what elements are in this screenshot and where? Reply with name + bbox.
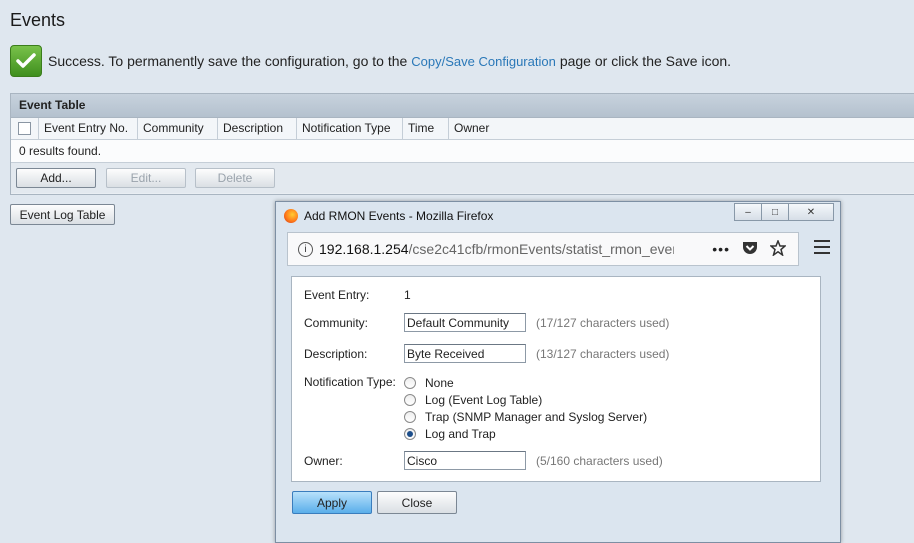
col-time[interactable]: Time [403, 118, 449, 139]
window-title: Add RMON Events - Mozilla Firefox [304, 208, 494, 223]
event-entry-label: Event Entry: [304, 288, 370, 302]
description-label: Description: [304, 346, 368, 361]
event-log-table-button[interactable]: Event Log Table [10, 204, 115, 225]
apply-button[interactable]: Apply [292, 491, 372, 514]
menu-icon[interactable] [814, 238, 830, 256]
radio-log-label: Log (Event Log Table) [425, 392, 543, 407]
community-hint: (17/127 characters used) [536, 315, 670, 330]
success-text: Success. To permanently save the configu… [48, 53, 408, 69]
owner-hint: (5/160 characters used) [536, 453, 663, 468]
maximize-icon[interactable]: □ [761, 203, 789, 221]
event-entry-row: Event Entry: 1 [304, 288, 411, 302]
radio-none-label: None [425, 375, 454, 390]
checkmark-icon [10, 45, 42, 77]
add-rmon-events-window: Add RMON Events - Mozilla Firefox – □ ✕ … [275, 201, 841, 543]
radio-log-button[interactable] [404, 393, 416, 406]
event-table: Event Table Event Entry No. Community De… [10, 93, 914, 195]
minimize-icon[interactable]: – [734, 203, 762, 221]
notification-type-label: Notification Type: [304, 375, 396, 389]
col-owner[interactable]: Owner [449, 118, 914, 139]
pocket-icon[interactable] [742, 241, 758, 258]
radio-none-button[interactable] [404, 376, 416, 389]
success-message: Success. To permanently save the configu… [10, 45, 731, 77]
description-hint: (13/127 characters used) [536, 346, 670, 361]
results-count: 0 results found. [11, 140, 914, 163]
firefox-icon [284, 208, 298, 223]
window-controls: – □ ✕ [734, 203, 834, 221]
table-header: Event Entry No. Community Description No… [11, 118, 914, 140]
select-all-checkbox[interactable] [18, 122, 31, 135]
description-row: Description: Byte Received (13/127 chara… [304, 344, 669, 363]
address-bar[interactable]: i 192.168.1.254 /cse2c41cfb/rmonEvents/s… [287, 232, 799, 266]
notification-type-radio-group: None Log (Event Log Table) Trap (SNMP Ma… [404, 374, 647, 442]
radio-log-and-trap-label: Log and Trap [425, 426, 496, 441]
radio-trap[interactable]: Trap (SNMP Manager and Syslog Server) [404, 408, 647, 425]
select-all-cell [11, 118, 39, 139]
description-field[interactable]: Byte Received [404, 344, 526, 363]
url-host: 192.168.1.254 [319, 241, 409, 257]
owner-row: Owner: Cisco (5/160 characters used) [304, 451, 663, 470]
col-notification-type[interactable]: Notification Type [297, 118, 403, 139]
page-title: Events [10, 10, 66, 30]
radio-log-and-trap[interactable]: Log and Trap [404, 425, 647, 442]
info-icon[interactable]: i [298, 241, 313, 257]
radio-trap-label: Trap (SNMP Manager and Syslog Server) [425, 409, 648, 424]
radio-log[interactable]: Log (Event Log Table) [404, 391, 647, 408]
owner-field[interactable]: Cisco [404, 451, 526, 470]
community-field[interactable]: Default Community [404, 313, 526, 332]
delete-button[interactable]: Delete [195, 168, 275, 188]
close-icon[interactable]: ✕ [788, 203, 834, 221]
col-community[interactable]: Community [138, 118, 218, 139]
event-entry-value: 1 [404, 288, 411, 302]
notification-type-row: Notification Type: None Log (Event Log T… [304, 374, 647, 442]
close-button[interactable]: Close [377, 491, 457, 514]
col-description[interactable]: Description [218, 118, 297, 139]
page-actions-icon[interactable]: ••• [712, 241, 730, 257]
event-table-title: Event Table [11, 94, 914, 118]
success-text-after: page or click the Save icon. [559, 53, 732, 69]
url-path: /cse2c41cfb/rmonEvents/statist_rmon_even… [408, 241, 674, 257]
radio-none[interactable]: None [404, 374, 647, 391]
community-label: Community: [304, 315, 369, 330]
add-event-form: Event Entry: 1 Community: Default Commun… [291, 276, 821, 482]
add-button[interactable]: Add... [16, 168, 96, 188]
col-event-entry-no[interactable]: Event Entry No. [39, 118, 138, 139]
bookmark-star-icon[interactable] [769, 238, 787, 259]
owner-label: Owner: [304, 453, 343, 468]
table-actions: Add... Edit... Delete [11, 163, 914, 193]
community-row: Community: Default Community (17/127 cha… [304, 313, 669, 332]
copy-save-configuration-link[interactable]: Copy/Save Configuration [411, 54, 556, 69]
radio-trap-button[interactable] [404, 410, 416, 423]
radio-log-and-trap-button[interactable] [404, 427, 416, 440]
edit-button[interactable]: Edit... [106, 168, 186, 188]
